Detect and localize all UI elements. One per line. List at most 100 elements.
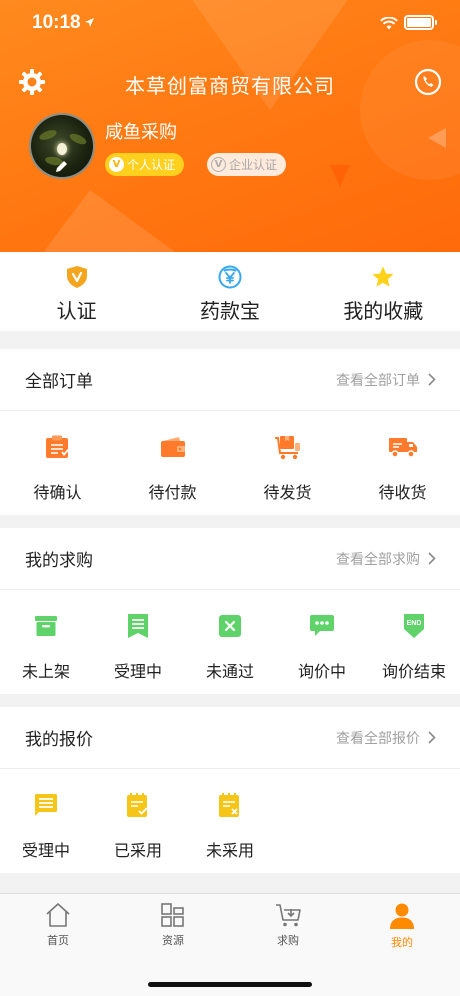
header-decoration (330, 165, 350, 187)
orders-title: 全部订单 (25, 372, 93, 392)
tab-label: 我的 (391, 936, 413, 949)
x-box-icon (219, 615, 241, 637)
quotes-view-all-label: 查看全部报价 (336, 730, 420, 747)
purchases-title: 我的求购 (25, 551, 93, 571)
edit-pencil-icon[interactable] (47, 157, 75, 177)
clipboard-check-icon (127, 793, 148, 817)
bottom-tab-bar: 首页 资源 求购 我的 (0, 893, 460, 996)
quote-status-adopted[interactable]: 已采用 (92, 769, 184, 861)
orders-status-row: 待确认 待付款 待发货 待收货 (0, 411, 460, 503)
quick-actions: 认证 药款宝 我的收藏 (0, 252, 460, 331)
quotes-header[interactable]: 我的报价 查看全部报价 (0, 707, 460, 769)
tab-label: 求购 (277, 934, 299, 947)
tab-home[interactable]: 首页 (18, 902, 98, 948)
quotes-view-all-link[interactable]: 查看全部报价 (336, 728, 436, 748)
star-icon (372, 266, 394, 287)
order-status-pending-shipment[interactable]: 待发货 (230, 411, 345, 503)
tab-resources[interactable]: 资源 (133, 902, 213, 948)
status-time: 10:18 (32, 12, 81, 33)
quick-item-payment[interactable]: 药款宝 (153, 252, 306, 331)
purchase-status-inquiry-ended[interactable]: END 询价结束 (368, 590, 460, 682)
quote-status-processing[interactable]: 受理中 (0, 769, 92, 861)
svg-text:END: END (407, 620, 422, 627)
purchases-view-all-link[interactable]: 查看全部求购 (336, 549, 436, 569)
package-cart-icon (274, 436, 300, 460)
home-indicator[interactable] (148, 982, 312, 987)
order-status-label: 待确认 (33, 483, 82, 502)
tab-label: 首页 (47, 934, 69, 947)
order-status-pending-payment[interactable]: 待付款 (115, 411, 230, 503)
quick-item-verification[interactable]: 认证 (0, 252, 153, 331)
location-arrow-icon (85, 18, 94, 27)
purchases-card: 我的求购 查看全部求购 未上架 受理中 未通过 询价中 END 询价结束 (0, 528, 460, 694)
person-icon (390, 903, 414, 929)
battery-icon (404, 15, 437, 30)
phone-call-icon[interactable] (414, 68, 442, 96)
clipboard-x-icon (219, 793, 239, 817)
quote-status-not-adopted[interactable]: 未采用 (184, 769, 276, 861)
orders-header[interactable]: 全部订单 查看全部订单 (0, 349, 460, 411)
purchase-status-inquiring[interactable]: 询价中 (276, 590, 368, 682)
orders-view-all-label: 查看全部订单 (336, 372, 420, 389)
chat-bubble-icon (310, 615, 334, 636)
purchase-status-processing[interactable]: 受理中 (92, 590, 184, 682)
header-decoration (30, 190, 200, 252)
quotes-title: 我的报价 (25, 730, 93, 750)
quick-item-favorites[interactable]: 我的收藏 (307, 252, 460, 331)
chevron-right-icon (428, 373, 436, 386)
purchase-status-label: 询价结束 (381, 662, 446, 681)
header-decoration (428, 128, 446, 148)
purchase-status-label: 未上架 (21, 662, 70, 681)
personal-verification-label: 个人认证 (127, 158, 176, 172)
shield-v-icon (66, 266, 87, 288)
order-status-label: 待付款 (148, 483, 197, 502)
orders-card: 全部订单 查看全部订单 待确认 待付款 待发货 待收货 (0, 349, 460, 515)
grid-icon (161, 903, 184, 927)
quick-item-label: 我的收藏 (343, 299, 424, 323)
quotes-card: 我的报价 查看全部报价 受理中 已采用 未采用 (0, 707, 460, 873)
purchases-status-row: 未上架 受理中 未通过 询价中 END 询价结束 (0, 590, 460, 682)
tab-mine[interactable]: 我的 (362, 902, 442, 950)
yen-shield-icon (218, 265, 242, 289)
quick-item-label: 认证 (56, 299, 97, 323)
chevron-right-icon (428, 552, 436, 565)
status-bar: 10:18 (0, 0, 460, 50)
enterprise-verification-label: 企业认证 (229, 158, 278, 172)
purchase-status-label: 未通过 (205, 662, 254, 681)
purchase-status-unlisted[interactable]: 未上架 (0, 590, 92, 682)
home-icon (46, 903, 70, 927)
order-status-pending-confirm[interactable]: 待确认 (0, 411, 115, 503)
wifi-icon (380, 17, 398, 30)
verified-v-icon: V (211, 157, 226, 172)
quote-status-label: 受理中 (21, 841, 70, 860)
quote-status-label: 未采用 (205, 841, 254, 860)
truck-icon (388, 438, 417, 458)
chevron-right-icon (428, 731, 436, 744)
tab-purchase[interactable]: 求购 (248, 902, 328, 948)
quote-status-label: 已采用 (113, 841, 162, 860)
clipboard-icon (45, 435, 70, 458)
end-shield-icon: END (404, 614, 424, 638)
purchase-status-rejected[interactable]: 未通过 (184, 590, 276, 682)
enterprise-verification-badge[interactable]: V 企业认证 (207, 153, 287, 176)
document-lines-icon (35, 794, 57, 816)
wallet-icon (160, 437, 185, 457)
order-status-label: 待收货 (378, 483, 427, 502)
orders-view-all-link[interactable]: 查看全部订单 (336, 370, 436, 390)
username: 咸鱼采购 (105, 122, 177, 143)
personal-verification-badge[interactable]: V 个人认证 (105, 153, 185, 176)
cart-icon (276, 904, 301, 927)
document-bookmark-icon (128, 614, 148, 638)
quick-item-label: 药款宝 (199, 299, 260, 323)
company-name: 本草创富商贸有限公司 (125, 74, 335, 98)
order-status-label: 待发货 (263, 483, 312, 502)
tab-label: 资源 (162, 934, 184, 947)
purchase-status-label: 受理中 (113, 662, 162, 681)
purchase-status-label: 询价中 (297, 662, 346, 681)
archive-icon (35, 616, 57, 636)
order-status-pending-receipt[interactable]: 待收货 (345, 411, 460, 503)
profile-header: 10:18 本草创富商贸有限公司 咸鱼采购 V 个人认证 V 企业认证 (0, 0, 460, 252)
quotes-status-row: 受理中 已采用 未采用 (0, 769, 460, 861)
purchases-header[interactable]: 我的求购 查看全部求购 (0, 528, 460, 590)
verified-v-icon: V (109, 157, 124, 172)
